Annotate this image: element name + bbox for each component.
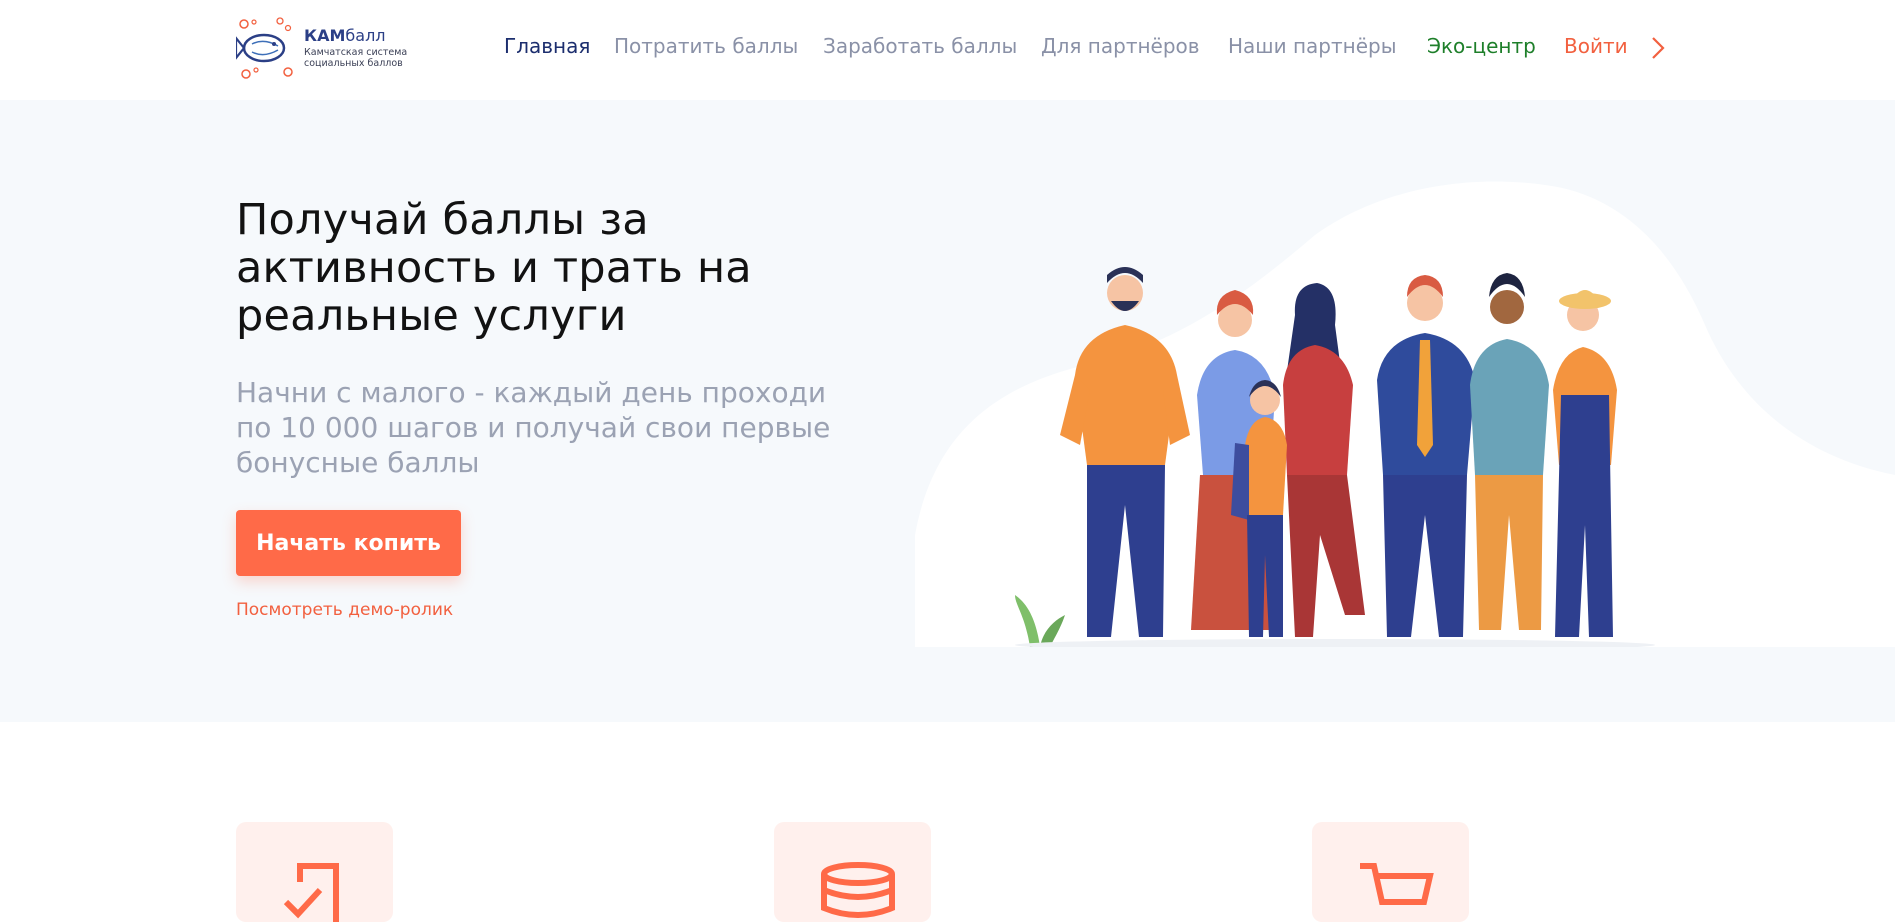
feature-card-coins	[774, 822, 931, 922]
cart-icon	[1360, 863, 1434, 905]
checklist-icon	[283, 863, 339, 922]
chevron-right-icon[interactable]	[1648, 36, 1668, 60]
feature-card-earn	[236, 822, 393, 922]
nav-item-earn-points[interactable]: Заработать баллы	[823, 34, 1017, 58]
hero-title: Получай баллы за активность и трать на р…	[236, 195, 752, 341]
people-illustration	[915, 181, 1895, 647]
feature-card-shop	[1312, 822, 1469, 922]
site-header: КАМбалл Камчатская система социальных ба…	[0, 0, 1895, 100]
nav-item-our-partners[interactable]: Наши партнёры	[1228, 34, 1397, 58]
fish-logo-icon	[236, 17, 293, 79]
nav-item-login[interactable]: Войти	[1564, 34, 1628, 58]
demo-video-link[interactable]: Посмотреть демо-ролик	[236, 600, 453, 620]
nav-item-for-partners[interactable]: Для партнёров	[1041, 34, 1200, 58]
start-saving-button[interactable]: Начать копить	[236, 510, 461, 576]
nav-item-home[interactable]: Главная	[504, 34, 590, 58]
brand-name: КАМбалл	[304, 26, 386, 45]
brand-logo[interactable]: КАМбалл Камчатская система социальных ба…	[236, 16, 436, 82]
hero-subtitle: Начни с малого - каждый день проходи по …	[236, 376, 831, 479]
nav-item-spend-points[interactable]: Потратить баллы	[614, 34, 798, 58]
nav-item-eco-center[interactable]: Эко-центр	[1427, 34, 1536, 58]
hero-section: Получай баллы за активность и трать на р…	[0, 100, 1895, 722]
coins-icon	[821, 862, 895, 918]
brand-tagline: Камчатская система социальных баллов	[304, 47, 408, 69]
